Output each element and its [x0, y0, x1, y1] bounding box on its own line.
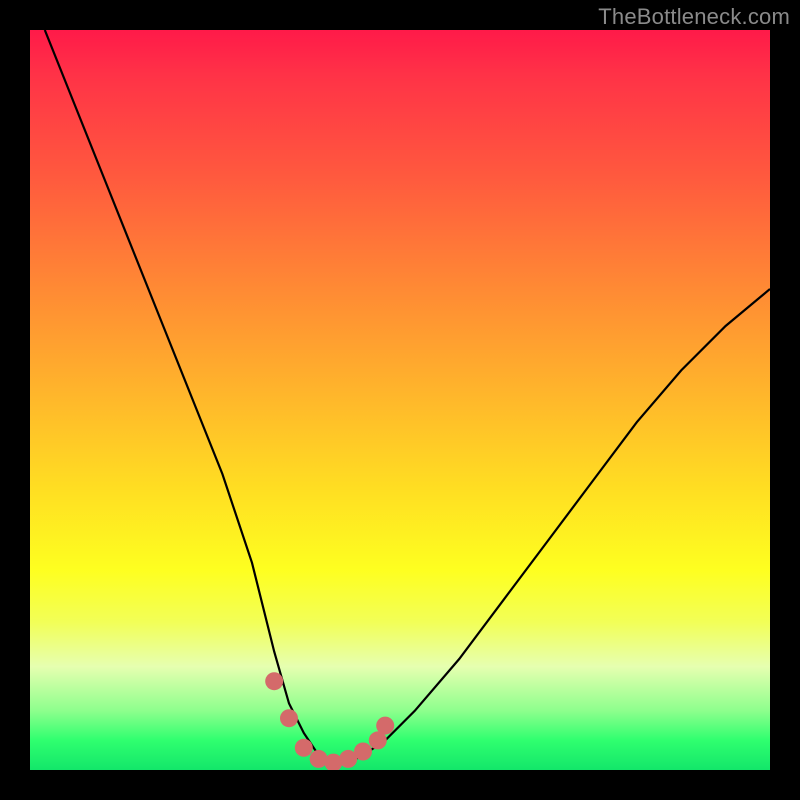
highlight-point [280, 709, 298, 727]
plot-area [30, 30, 770, 770]
chart-svg [30, 30, 770, 770]
bottleneck-curve [45, 30, 770, 763]
highlight-point [354, 743, 372, 761]
chart-frame: TheBottleneck.com [0, 0, 800, 800]
highlight-point [295, 739, 313, 757]
highlight-point [265, 672, 283, 690]
watermark-text: TheBottleneck.com [598, 4, 790, 30]
highlight-point [376, 717, 394, 735]
